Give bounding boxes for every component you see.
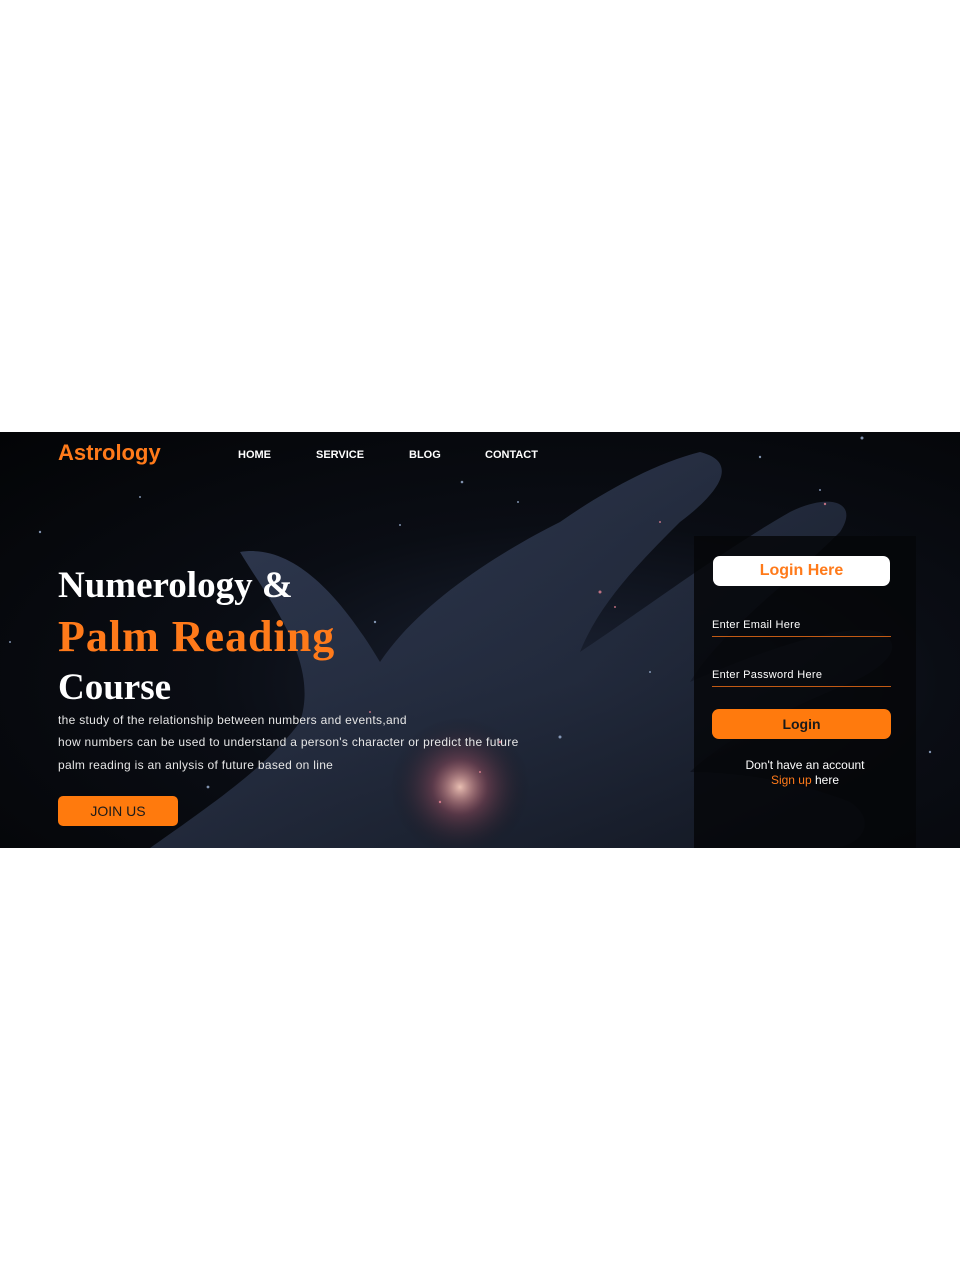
hero-title-line3: Course	[58, 667, 172, 708]
hero-description-line: palm reading is an anlysis of future bas…	[58, 758, 334, 772]
nav-contact[interactable]: CONTACT	[485, 449, 538, 461]
brand-logo[interactable]: Astrology	[58, 440, 161, 466]
signup-link[interactable]: Sign up	[771, 773, 812, 787]
join-us-button[interactable]: JOIN US	[58, 796, 178, 826]
hero-title-line1: Numerology &	[58, 565, 293, 606]
signup-prompt: Don't have an account Sign up here	[694, 758, 916, 788]
hero-title-line2: Palm Reading	[58, 612, 336, 661]
login-button[interactable]: Login	[712, 709, 891, 739]
password-field[interactable]	[712, 664, 891, 687]
nav-service[interactable]: SERVICE	[316, 449, 364, 461]
login-header: Login Here	[713, 556, 890, 586]
signup-suffix: here	[815, 773, 840, 787]
nav-blog[interactable]: BLOG	[409, 449, 441, 461]
login-panel: Login Here Login Don't have an account S…	[694, 536, 916, 848]
email-field[interactable]	[712, 614, 891, 637]
signup-prompt-text: Don't have an account	[745, 758, 865, 772]
hero-section: Astrology HOME SERVICE BLOG CONTACT Nume…	[0, 432, 960, 848]
hero-description-line: how numbers can be used to understand a …	[58, 735, 519, 749]
hero-description-line: the study of the relationship between nu…	[58, 713, 407, 727]
nav-home[interactable]: HOME	[238, 449, 271, 461]
